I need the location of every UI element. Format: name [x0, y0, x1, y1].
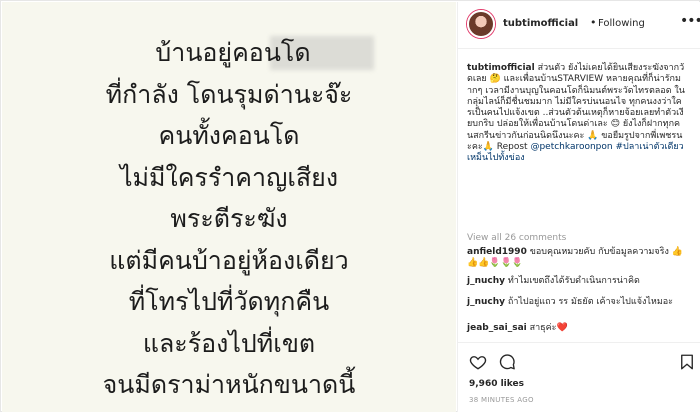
comments-scroll-area[interactable]: tubtimofficial ส่วนตัว ยังไม่เคยได้ยินเส… [458, 50, 700, 342]
image-text-line: พระตีระฆัง [170, 204, 288, 233]
image-text-line: จนมีดราม่าหนักขนาดนี้ [102, 370, 356, 399]
post-header: tubtimofficial • Following ••• [458, 2, 700, 49]
separator-dot: • [590, 16, 597, 29]
image-text-line: ที่โทรไปที่วัดทุกคืน [128, 287, 330, 316]
post-image[interactable]: บ้านอยู่คอนโด ที่กำลัง โดนรุมด่านะจ๊ะ คน… [2, 2, 456, 412]
image-text-line: ไม่มีใครรำคาญเสียง [119, 162, 339, 192]
image-text-line: และร้องไปที่เขต [142, 328, 316, 358]
comment-username[interactable]: j_nuchy [467, 297, 505, 307]
header-username[interactable]: tubtimofficial [503, 18, 578, 29]
caption-text: tubtimofficial ส่วนตัว ยังไม่เคยได้ยินเส… [467, 63, 685, 165]
image-text-line: แต่มีคนบ้าอยู่ห้องเดียว [109, 245, 349, 275]
image-text-line: คนทั้งคอนโด [158, 121, 300, 150]
comment-text: j_nuchy ทำไมเขตถึงได้รับดำเนินการน่าคิด [467, 276, 685, 287]
comment-username[interactable]: jeab_sai_sai [467, 323, 527, 333]
view-all-comments-link[interactable]: View all 26 comments [467, 233, 566, 243]
likes-count[interactable]: 9,960 likes [469, 379, 524, 389]
comment-username[interactable]: anfield1990 [467, 247, 527, 257]
comment-body: ถ้าไปอยู่แถว รร มัธยัต เค้าจะไปแจ้งไหมอะ [505, 297, 673, 307]
avatar[interactable] [467, 10, 495, 38]
comment-body: ทำไมเขตถึงได้รับดำเนินการน่าคิด [505, 276, 640, 286]
caption-username[interactable]: tubtimofficial [467, 63, 535, 73]
comment-text: j_nuchy ถ้าไปอยู่แถว รร มัธยัต เค้าจะไปแ… [467, 297, 685, 308]
comment-icon[interactable] [498, 353, 516, 371]
comment-body: สาธุค่ะ❤️ [526, 323, 568, 333]
more-options-icon[interactable]: ••• [680, 13, 700, 29]
caption-mention-link[interactable]: @petchkaroonpon [530, 142, 612, 152]
caption-body: ส่วนตัว ยังไม่เคยได้ยินเสียงระฆังจากวัดเ… [467, 63, 685, 153]
post-timestamp: 38 MINUTES AGO [469, 396, 534, 404]
image-text-line: บ้านอยู่คอนโด [155, 38, 311, 67]
post-frame: บ้านอยู่คอนโด ที่กำลัง โดนรุมด่านะจ๊ะ คน… [0, 0, 700, 412]
bookmark-icon[interactable] [678, 353, 696, 371]
following-button[interactable]: Following [598, 18, 645, 29]
comment-text: anfield1990 ขอบคุณหมวยคับ กับข้อมูลความจ… [467, 247, 685, 270]
image-text: บ้านอยู่คอนโด ที่กำลัง โดนรุมด่านะจ๊ะ คน… [2, 32, 456, 406]
heart-icon[interactable] [469, 353, 487, 371]
comment-username[interactable]: j_nuchy [467, 276, 505, 286]
post-sidebar: tubtimofficial • Following ••• tubtimoff… [457, 2, 700, 412]
comment-text: jeab_sai_sai สาธุค่ะ❤️ [467, 323, 685, 334]
image-text-line: ที่กำลัง โดนรุมด่านะจ๊ะ [105, 79, 353, 109]
post-actions: 9,960 likes 38 MINUTES AGO [458, 342, 700, 412]
